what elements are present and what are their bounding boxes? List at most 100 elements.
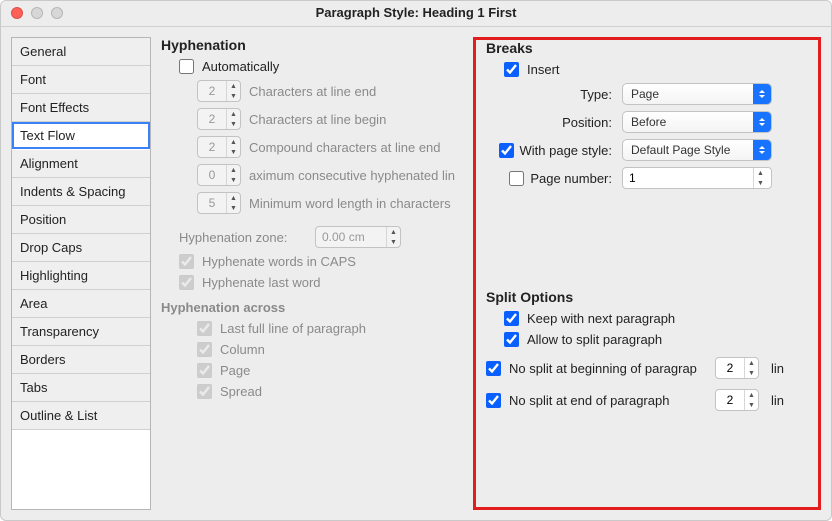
- split-title: Split Options: [486, 289, 810, 305]
- cat-transparency[interactable]: Transparency: [12, 318, 150, 346]
- stepper-icon[interactable]: ▲▼: [744, 390, 758, 410]
- hyph-across-spread-check[interactable]: [197, 384, 212, 399]
- cat-drop-caps[interactable]: Drop Caps: [12, 234, 150, 262]
- hyph-chars-end-label: Characters at line end: [249, 84, 376, 99]
- hyphenation-title: Hyphenation: [161, 37, 471, 53]
- split-no-end-value[interactable]: [716, 392, 744, 408]
- hyph-chars-begin-label: Characters at line begin: [249, 112, 386, 127]
- breaks-pageno-check[interactable]: [509, 171, 524, 186]
- breaks-type-row: Type: Page: [486, 83, 810, 105]
- hyph-lastword-label: Hyphenate last word: [202, 275, 321, 290]
- hyph-lastword-check[interactable]: [179, 275, 194, 290]
- split-no-begin-value[interactable]: [716, 360, 744, 376]
- split-no-end-check[interactable]: [486, 393, 501, 408]
- hyph-compound-spin[interactable]: ▲▼: [197, 136, 241, 158]
- stepper-icon[interactable]: ▲▼: [226, 165, 240, 185]
- breaks-pageno-spin[interactable]: ▲▼: [622, 167, 772, 189]
- breaks-type-select[interactable]: Page: [622, 83, 772, 105]
- breaks-withstyle-label: With page style:: [520, 143, 613, 158]
- split-keep-label: Keep with next paragraph: [527, 311, 675, 326]
- hyph-max-consec-value[interactable]: [198, 167, 226, 183]
- cat-text-flow[interactable]: Text Flow: [12, 122, 150, 150]
- breaks-position-value: Before: [623, 115, 753, 129]
- hyph-caps-label: Hyphenate words in CAPS: [202, 254, 356, 269]
- cat-borders[interactable]: Borders: [12, 346, 150, 374]
- hyph-across-page-check[interactable]: [197, 363, 212, 378]
- hyph-across-lastline-check[interactable]: [197, 321, 212, 336]
- split-no-end-spin[interactable]: ▲▼: [715, 389, 759, 411]
- cat-highlighting[interactable]: Highlighting: [12, 262, 150, 290]
- hyph-across-column-check[interactable]: [197, 342, 212, 357]
- split-no-end-row: No split at end of paragraph ▲▼ lin: [486, 389, 810, 411]
- breaks-position-select[interactable]: Before: [622, 111, 772, 133]
- body: General Font Font Effects Text Flow Alig…: [1, 27, 831, 520]
- cat-alignment[interactable]: Alignment: [12, 150, 150, 178]
- breaks-position-row: Position: Before: [486, 111, 810, 133]
- hyph-chars-begin-value[interactable]: [198, 111, 226, 127]
- hyph-across-row: Spread: [197, 384, 471, 399]
- breaks-insert-row: Insert: [504, 62, 810, 77]
- stepper-icon[interactable]: ▲▼: [226, 137, 240, 157]
- breaks-withstyle-select[interactable]: Default Page Style: [622, 139, 772, 161]
- stepper-icon[interactable]: ▲▼: [753, 168, 767, 188]
- breaks-title: Breaks: [486, 40, 810, 56]
- split-no-begin-spin[interactable]: ▲▼: [715, 357, 759, 379]
- hyph-max-consec-label: aximum consecutive hyphenated lin: [249, 168, 455, 183]
- hyph-compound-row: ▲▼ Compound characters at line end: [197, 136, 471, 158]
- main-panel: Hyphenation Automatically ▲▼ Characters …: [161, 37, 821, 510]
- hyph-across-row: Column: [197, 342, 471, 357]
- window: Paragraph Style: Heading 1 First General…: [0, 0, 832, 521]
- hyph-zone-spin[interactable]: ▲▼: [315, 226, 401, 248]
- window-title: Paragraph Style: Heading 1 First: [1, 5, 831, 20]
- cat-position[interactable]: Position: [12, 206, 150, 234]
- sidebar-filler: [12, 430, 150, 509]
- cat-area[interactable]: Area: [12, 290, 150, 318]
- stepper-icon[interactable]: ▲▼: [226, 81, 240, 101]
- breaks-insert-check[interactable]: [504, 62, 519, 77]
- hyph-chars-begin-spin[interactable]: ▲▼: [197, 108, 241, 130]
- stepper-icon[interactable]: ▲▼: [226, 109, 240, 129]
- chevron-updown-icon: [753, 112, 771, 132]
- split-allow-check[interactable]: [504, 332, 519, 347]
- split-keep-check[interactable]: [504, 311, 519, 326]
- hyph-across-row: Page: [197, 363, 471, 378]
- stepper-icon[interactable]: ▲▼: [744, 358, 758, 378]
- cat-font-effects[interactable]: Font Effects: [12, 94, 150, 122]
- hyph-min-word-value[interactable]: [198, 195, 226, 211]
- split-no-end-label: No split at end of paragraph: [509, 393, 707, 408]
- breaks-withstyle-check[interactable]: [499, 143, 514, 158]
- split-no-begin-check[interactable]: [486, 361, 501, 376]
- cat-tabs[interactable]: Tabs: [12, 374, 150, 402]
- split-allow-row: Allow to split paragraph: [504, 332, 810, 347]
- cat-indents-spacing[interactable]: Indents & Spacing: [12, 178, 150, 206]
- cat-outline-list[interactable]: Outline & List: [12, 402, 150, 430]
- hyph-max-consec-spin[interactable]: ▲▼: [197, 164, 241, 186]
- hyph-caps-check[interactable]: [179, 254, 194, 269]
- hyph-lastword-row: Hyphenate last word: [179, 275, 471, 290]
- hyph-chars-end-spin[interactable]: ▲▼: [197, 80, 241, 102]
- hyph-chars-end-row: ▲▼ Characters at line end: [197, 80, 471, 102]
- hyph-automatically-check[interactable]: [179, 59, 194, 74]
- category-sidebar: General Font Font Effects Text Flow Alig…: [11, 37, 151, 510]
- hyph-max-consec-row: ▲▼ aximum consecutive hyphenated lin: [197, 164, 471, 186]
- hyph-across-column-label: Column: [220, 342, 265, 357]
- breaks-pageno-value[interactable]: [623, 170, 753, 186]
- hyph-min-word-label: Minimum word length in characters: [249, 196, 451, 211]
- cat-general[interactable]: General: [12, 38, 150, 66]
- stepper-icon[interactable]: ▲▼: [386, 227, 400, 247]
- hyphenation-panel: Hyphenation Automatically ▲▼ Characters …: [161, 37, 471, 405]
- hyph-across-spread-label: Spread: [220, 384, 262, 399]
- hyph-compound-value[interactable]: [198, 139, 226, 155]
- hyph-min-word-spin[interactable]: ▲▼: [197, 192, 241, 214]
- chevron-updown-icon: [753, 84, 771, 104]
- hyph-chars-begin-row: ▲▼ Characters at line begin: [197, 108, 471, 130]
- hyph-automatically-row: Automatically: [179, 59, 471, 74]
- breaks-pageno-label: Page number:: [530, 171, 612, 186]
- hyph-zone-value[interactable]: [316, 229, 386, 245]
- chevron-updown-icon: [753, 140, 771, 160]
- cat-font[interactable]: Font: [12, 66, 150, 94]
- split-no-begin-row: No split at beginning of paragrap ▲▼ lin: [486, 357, 810, 379]
- hyph-chars-end-value[interactable]: [198, 83, 226, 99]
- stepper-icon[interactable]: ▲▼: [226, 193, 240, 213]
- split-no-begin-label: No split at beginning of paragrap: [509, 361, 707, 376]
